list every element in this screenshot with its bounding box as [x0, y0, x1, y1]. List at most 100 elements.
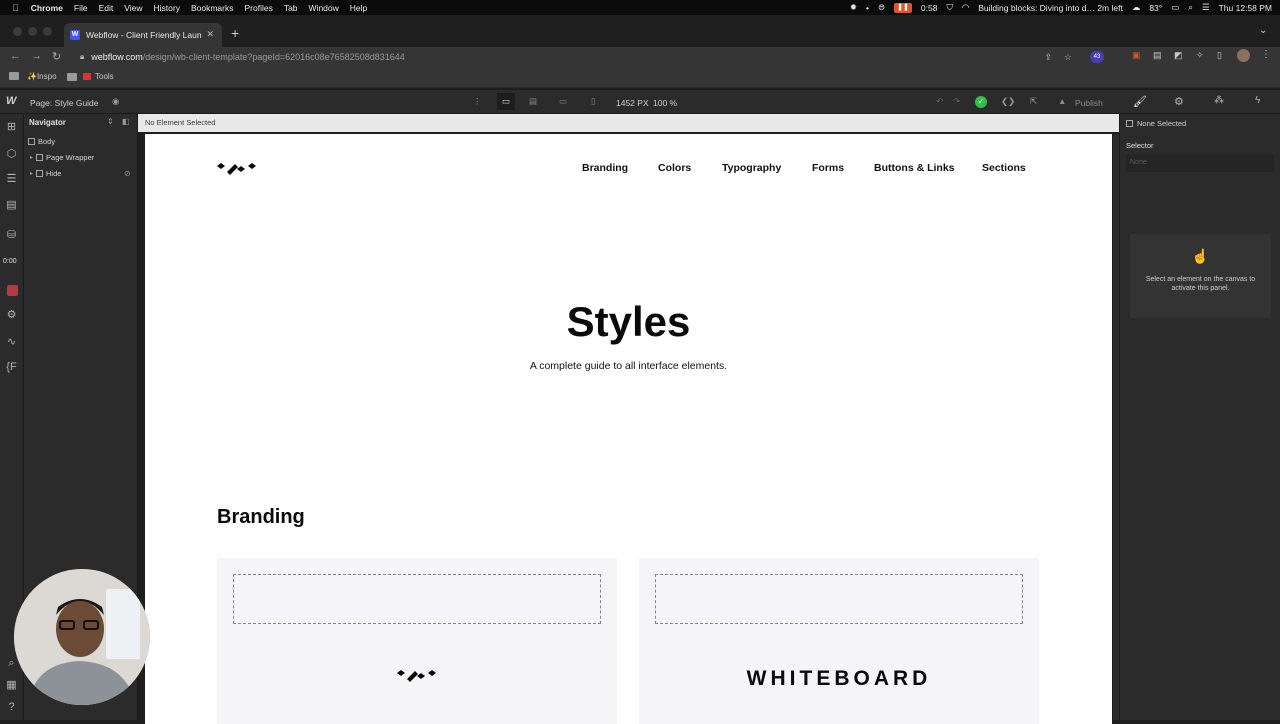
forward-icon[interactable]: →: [31, 50, 42, 62]
style-manager-icon[interactable]: ⁂: [1214, 95, 1224, 106]
caret-right-icon[interactable]: ▸: [30, 170, 33, 177]
podcast-icon[interactable]: ⛉: [946, 2, 952, 13]
more-breakpoints-icon[interactable]: ⋮: [473, 96, 482, 107]
menu-edit[interactable]: Edit: [99, 3, 114, 13]
empty-dropzone[interactable]: [233, 574, 601, 624]
expand-collapse-icon[interactable]: ⇕: [107, 117, 114, 126]
settings-gear-icon[interactable]: ⚙: [1174, 95, 1184, 108]
menu-help[interactable]: Help: [350, 3, 367, 13]
extension-edit-icon[interactable]: ◩: [1174, 50, 1183, 61]
wifi-icon[interactable]: ◠: [962, 2, 969, 13]
brand-card-logo[interactable]: [217, 558, 617, 724]
clock[interactable]: Thu 12:58 PM: [1219, 3, 1272, 13]
rail-settings-icon[interactable]: ⚙: [5, 309, 18, 321]
bookmark-inspo[interactable]: ✨Inspo: [27, 72, 57, 81]
navigator-item-hide[interactable]: ▸ Hide: [30, 169, 61, 178]
extensions-puzzle-icon[interactable]: ✧: [1196, 50, 1204, 61]
mobile-breakpoint-icon[interactable]: ▯: [591, 96, 596, 107]
keyboard-icon[interactable]: ▦: [5, 679, 18, 691]
battery-icon[interactable]: ▭: [1171, 2, 1179, 13]
designer-canvas[interactable]: Branding Colors Typography Forms Buttons…: [138, 132, 1119, 724]
hidden-eye-icon[interactable]: ⊘: [124, 169, 131, 178]
pin-panel-icon[interactable]: ◧: [122, 117, 130, 126]
share-icon[interactable]: ⇪: [1044, 52, 1052, 63]
landscape-breakpoint-icon[interactable]: ▭: [559, 96, 567, 107]
apple-icon[interactable]: : [12, 3, 19, 13]
undo-icon[interactable]: ↶: [936, 96, 943, 107]
symbols-icon[interactable]: ⬡: [5, 148, 18, 160]
brightness-icon[interactable]: ✹: [850, 2, 857, 13]
address-bar[interactable]: 🔒︎ webflow.com/design/wb-client-template…: [72, 48, 1082, 66]
menu-tab[interactable]: Tab: [284, 3, 298, 13]
empty-dropzone[interactable]: [655, 574, 1023, 624]
nav-link-forms[interactable]: Forms: [812, 162, 844, 174]
page-selector[interactable]: Page: Style Guide: [30, 98, 99, 108]
brand-card-wordmark[interactable]: WHITEBOARD: [639, 558, 1039, 724]
nav-link-buttons-links[interactable]: Buttons & Links: [874, 162, 955, 174]
menu-history[interactable]: History: [154, 3, 180, 13]
site-page[interactable]: Branding Colors Typography Forms Buttons…: [145, 134, 1112, 724]
nav-link-sections[interactable]: Sections: [982, 162, 1026, 174]
publish-rocket-icon[interactable]: ▲: [1058, 96, 1066, 106]
help-icon[interactable]: ?: [5, 701, 18, 713]
search-icon[interactable]: ⌕: [1188, 2, 1193, 13]
bookmark-tools[interactable]: Tools: [67, 72, 114, 81]
pages-icon[interactable]: ▤: [5, 199, 18, 211]
nav-link-typography[interactable]: Typography: [722, 162, 781, 174]
extension-badge[interactable]: 43: [1090, 51, 1104, 63]
brand-logo-icon[interactable]: [217, 160, 257, 176]
window-zoom-button[interactable]: [43, 27, 52, 36]
menu-window[interactable]: Window: [309, 3, 339, 13]
profile-avatar[interactable]: [1237, 49, 1250, 62]
menu-profiles[interactable]: Profiles: [244, 3, 272, 13]
lock-icon[interactable]: 🔒︎: [80, 52, 84, 62]
redo-icon[interactable]: ↷: [953, 96, 960, 107]
menu-view[interactable]: View: [124, 3, 142, 13]
search-rail-icon[interactable]: ⌕: [5, 657, 18, 669]
back-icon[interactable]: ←: [10, 50, 21, 62]
extension-icon[interactable]: ▤: [1153, 50, 1162, 61]
preview-eye-icon[interactable]: ◉: [112, 96, 119, 107]
menu-file[interactable]: File: [74, 3, 88, 13]
new-tab-button[interactable]: +: [231, 25, 239, 41]
selector-input[interactable]: None: [1126, 154, 1274, 172]
tab-search-icon[interactable]: ⌄: [1259, 25, 1267, 36]
interactions-bolt-icon[interactable]: ϟ: [1255, 95, 1260, 106]
apps-icon[interactable]: [9, 72, 19, 80]
browser-tab[interactable]: W Webflow - Client Friendly Laun ✕: [64, 23, 222, 47]
nav-link-colors[interactable]: Colors: [658, 162, 691, 174]
reload-icon[interactable]: ↻: [52, 50, 61, 63]
now-playing[interactable]: Building blocks: Diving into d… 2m left: [978, 3, 1123, 13]
navigator-item-page-wrapper[interactable]: ▸ Page Wrapper: [30, 153, 94, 162]
window-close-button[interactable]: [13, 27, 22, 36]
webflow-logo-icon[interactable]: W: [6, 95, 16, 107]
navigator-item-body[interactable]: Body: [28, 137, 55, 146]
saved-check-icon[interactable]: ✓: [975, 96, 987, 108]
extension-red-icon[interactable]: ▣: [1132, 50, 1141, 61]
cms-icon[interactable]: ⛁: [5, 229, 18, 241]
tab-close-icon[interactable]: ✕: [206, 29, 214, 40]
chrome-menu-icon[interactable]: ⋮: [1261, 49, 1271, 60]
window-minimize-button[interactable]: [28, 27, 37, 36]
audit-icon[interactable]: ∿: [5, 336, 18, 348]
publish-button[interactable]: Publish: [1075, 98, 1103, 108]
nav-link-branding[interactable]: Branding: [582, 162, 628, 174]
menu-bookmarks[interactable]: Bookmarks: [191, 3, 234, 13]
menu-app-name[interactable]: Chrome: [31, 3, 63, 13]
bookmark-star-icon[interactable]: ☆: [1064, 52, 1072, 63]
recording-badge[interactable]: ❚❚: [894, 2, 912, 13]
code-export-icon[interactable]: ❮❯: [1001, 96, 1015, 107]
caret-right-icon[interactable]: ▸: [30, 154, 33, 161]
navigator-icon[interactable]: ☰: [5, 173, 18, 185]
tablet-breakpoint-icon[interactable]: ▤: [529, 96, 537, 107]
control-center-icon[interactable]: ☰: [1202, 2, 1210, 13]
weather-temp[interactable]: 83°: [1149, 3, 1162, 13]
finsweet-icon[interactable]: {F: [5, 361, 18, 373]
desktop-breakpoint-icon[interactable]: ▭: [497, 93, 515, 110]
add-panel-icon[interactable]: ⊞: [5, 121, 18, 133]
share-icon[interactable]: ⇱: [1030, 96, 1037, 107]
sidepanel-icon[interactable]: ▯: [1217, 50, 1222, 61]
style-brush-icon[interactable]: 🖌︎: [1133, 95, 1147, 108]
screen-record-icon[interactable]: ⊜: [878, 2, 885, 13]
record-icon[interactable]: [7, 285, 18, 296]
